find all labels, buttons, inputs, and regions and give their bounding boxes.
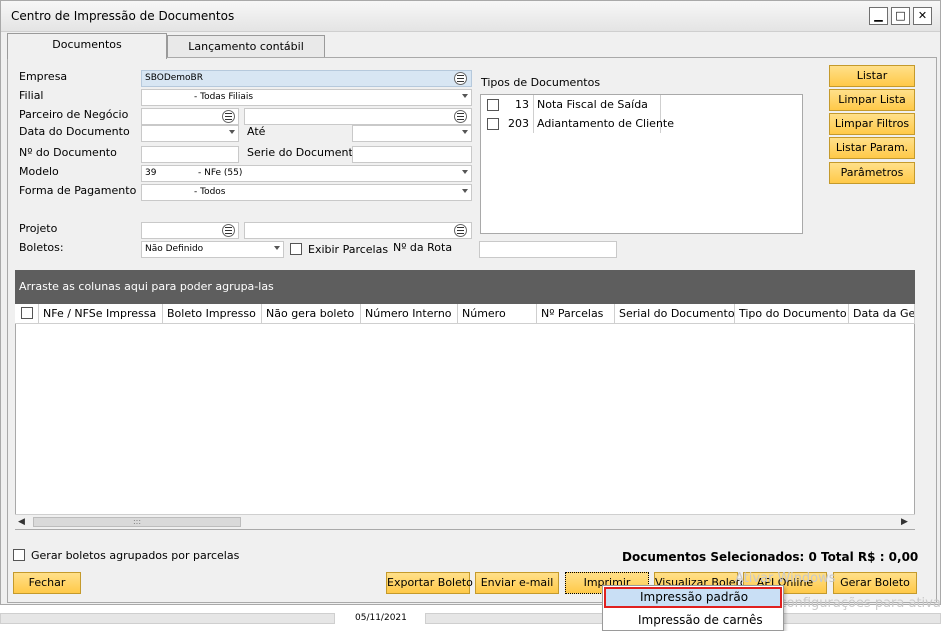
horizontal-scrollbar[interactable]: ◀ ::: ▶ [15,514,915,529]
tipo-code: 203 [508,117,529,130]
tipos-title: Tipos de Documentos [481,76,601,89]
enviar-email-button[interactable]: Enviar e-mail [475,572,559,594]
scroll-thumb[interactable]: ::: [33,517,241,527]
minimize-icon: ▁ [874,9,883,22]
column-header[interactable]: Tipo do Documento [735,304,849,324]
projeto-label: Projeto [19,222,58,235]
choose-from-list-icon[interactable] [222,110,235,123]
pagamento-value: - Todos [194,187,226,197]
maximize-button[interactable]: □ [891,7,910,25]
projeto-name-input[interactable] [244,222,472,239]
modelo-select[interactable]: 39 - NFe (55) [141,165,472,182]
pagamento-select[interactable]: - Todos [141,184,472,201]
status-date: 05/11/2021 [355,613,407,623]
main-window: Centro de Impressão de Documentos ▁ □ ✕ … [0,0,941,605]
boletos-select[interactable]: Não Definido [141,241,284,258]
column-header[interactable]: Não gera boleto [262,304,361,324]
parceiro-name-input[interactable] [244,108,472,125]
choose-from-list-icon[interactable] [222,224,235,237]
status-bar: 05/11/2021 [0,610,941,631]
scroll-grip: ::: [132,517,142,526]
modelo-label: Modelo [19,165,59,178]
empresa-value: SBODemoBR [145,73,203,83]
exibir-parcelas-label: Exibir Parcelas [308,243,389,256]
activation-watermark: Ativar Windows [735,571,836,586]
close-icon: ✕ [917,9,928,22]
column-header[interactable]: Data da Gera [849,304,915,324]
choose-from-list-icon[interactable] [454,110,467,123]
select-all-checkbox[interactable] [21,307,33,319]
tipo-checkbox[interactable] [487,99,499,111]
empresa-field[interactable]: SBODemoBR [141,70,472,87]
menu-item-impressao-padrao[interactable]: Impressão padrão [604,587,782,608]
data-documento-label: Data do Documento [19,125,130,138]
parceiro-label: Parceiro de Negócio [19,108,129,121]
column-header[interactable]: Boleto Impresso [163,304,262,324]
scroll-right-icon[interactable]: ▶ [901,517,908,527]
modelo-code: 39 [145,168,157,178]
tipo-name: Adiantamento de Cliente [537,117,674,130]
chevron-down-icon [462,94,468,98]
choose-from-list-icon[interactable] [454,72,467,85]
menu-item-impressao-carnes[interactable]: Impressão de carnês [604,610,782,631]
gerar-boleto-button[interactable]: Gerar Boleto [833,572,917,594]
status-segment [0,613,335,624]
ndoc-label: Nº do Documento [19,146,117,159]
window-title: Centro de Impressão de Documentos [11,9,235,23]
chevron-down-icon [229,130,235,134]
rota-label: Nº da Rota [393,241,453,254]
boletos-label: Boletos: [19,241,64,254]
exportar-boleto-button[interactable]: Exportar Boleto [386,572,473,594]
summary-text: Documentos Selecionados: 0 Total R$ : 0,… [622,550,919,564]
choose-from-list-icon[interactable] [454,224,467,237]
agrupar-label: Gerar boletos agrupados por parcelas [31,549,240,562]
limpar-lista-button[interactable]: Limpar Lista [829,89,915,111]
tipos-list: 13 Nota Fiscal de Saída 203 Adiantamento… [480,94,803,234]
chevron-down-icon [462,170,468,174]
serie-input[interactable] [352,146,472,163]
minimize-button[interactable]: ▁ [869,7,888,25]
filial-value: - Todas Filiais [194,92,254,102]
limpar-filtros-button[interactable]: Limpar Filtros [829,113,915,135]
group-by-area[interactable]: Arraste as colunas aqui para poder agrup… [15,270,915,304]
data-to-input[interactable] [352,125,472,142]
fechar-button[interactable]: Fechar [13,572,81,594]
ndoc-input[interactable] [141,146,239,163]
rota-input[interactable] [479,241,617,258]
exibir-parcelas-checkbox[interactable] [290,243,302,255]
column-header[interactable]: Serial do Documento [615,304,735,324]
empresa-label: Empresa [19,70,68,83]
parametros-button[interactable]: Parâmetros [829,162,915,184]
chevron-down-icon [462,189,468,193]
column-header[interactable]: Número [458,304,537,324]
modelo-value: - NFe (55) [198,168,243,178]
tab-lancamento[interactable]: Lançamento contábil manual [167,35,325,75]
data-from-input[interactable] [141,125,239,142]
listar-button[interactable]: Listar [829,65,915,87]
close-button[interactable]: ✕ [913,7,932,25]
agrupar-checkbox[interactable] [13,549,25,561]
serie-label: Serie do Documento [247,146,360,159]
tab-documentos[interactable]: Documentos [7,33,167,59]
select-all-column[interactable] [15,304,39,324]
column-header[interactable]: NFe / NFSe Impressa [39,304,163,324]
imprimir-dropdown-menu: Impressão padrão Impressão de carnês [602,585,784,631]
column-header[interactable]: Número Interno [361,304,458,324]
title-bar: Centro de Impressão de Documentos ▁ □ ✕ [1,1,940,32]
tipo-code: 13 [515,98,529,111]
ate-label: Até [247,125,266,138]
maximize-icon: □ [895,9,906,22]
chevron-down-icon [462,130,468,134]
filial-select[interactable]: - Todas Filiais [141,89,472,106]
chevron-down-icon [274,246,280,250]
tipo-name: Nota Fiscal de Saída [537,98,648,111]
boletos-value: Não Definido [145,244,204,254]
tipo-checkbox[interactable] [487,118,499,130]
pagamento-label: Forma de Pagamento [19,184,137,197]
listar-param-button[interactable]: Listar Param. [829,137,915,159]
scroll-left-icon[interactable]: ◀ [18,517,25,527]
column-header[interactable]: Nº Parcelas [537,304,615,324]
filial-label: Filial [19,89,44,102]
documents-grid[interactable] [15,304,915,530]
